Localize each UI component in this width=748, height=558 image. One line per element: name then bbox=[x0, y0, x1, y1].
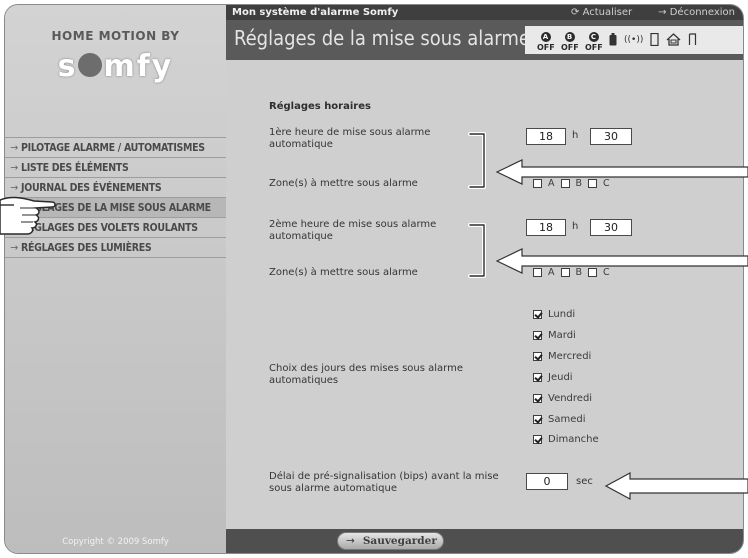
arrow-left-icon bbox=[604, 471, 748, 501]
pointing-hand-icon bbox=[0, 196, 56, 235]
arrow-left-icon bbox=[495, 248, 748, 274]
bracket-second bbox=[468, 223, 486, 278]
bracket-first bbox=[468, 132, 486, 189]
arrow-left-icon bbox=[495, 159, 748, 185]
annotation-overlay bbox=[0, 132, 748, 501]
bracket-first-outline bbox=[469, 133, 485, 188]
bracket-second-outline bbox=[469, 224, 485, 277]
